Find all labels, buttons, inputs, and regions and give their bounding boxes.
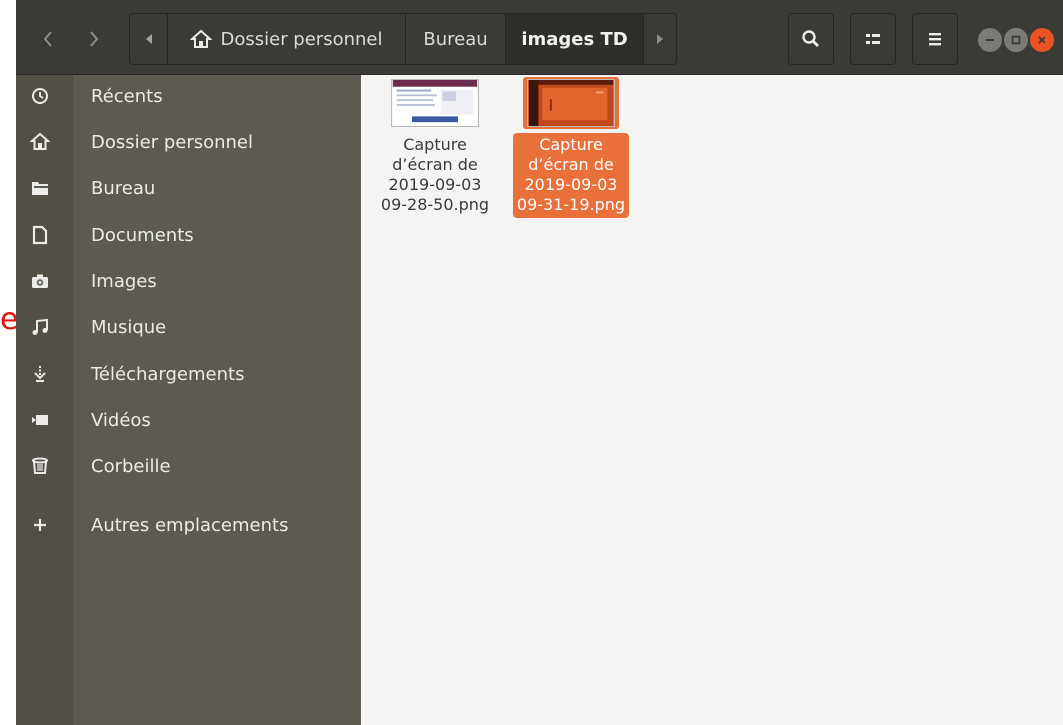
minimize-icon — [986, 39, 994, 41]
image-thumbnail — [391, 79, 479, 127]
chevron-right-icon — [90, 31, 99, 47]
path-scroll-right-button[interactable] — [644, 14, 676, 64]
path-scroll-left-button[interactable] — [130, 14, 168, 64]
window-controls — [978, 28, 1054, 52]
sidebar-item-label: Musique — [91, 316, 167, 338]
minimize-button[interactable] — [978, 28, 1002, 52]
sidebar-item-label: Dossier personnel — [91, 131, 254, 153]
file-thumbnail-frame — [523, 77, 619, 129]
sidebar-item-other-locations[interactable]: Autres emplacements — [16, 504, 361, 546]
plus-icon — [30, 515, 50, 535]
path-segment-label: Bureau — [423, 28, 488, 50]
video-icon — [30, 410, 50, 430]
sidebar-item-musique[interactable]: Musique — [16, 306, 361, 348]
folder-icon — [30, 178, 50, 198]
path-bar: Dossier personnel Bureau images TD — [129, 13, 677, 65]
file-item[interactable]: Capture d’écran de 2019-09-03 09-28-50.p… — [376, 75, 494, 218]
sidebar-item-label: Vidéos — [91, 409, 151, 431]
sidebar-item-documents[interactable]: Documents — [16, 214, 361, 256]
close-button[interactable] — [1030, 28, 1054, 52]
close-icon — [1038, 36, 1046, 44]
sidebar-item-label: Récents — [91, 85, 163, 107]
path-segment-home[interactable]: Dossier personnel — [168, 14, 406, 64]
sidebar-item-label: Autres emplacements — [91, 514, 289, 536]
sidebar-item-recents[interactable]: Récents — [16, 75, 361, 117]
header-bar: Dossier personnel Bureau images TD — [16, 0, 1063, 75]
search-button[interactable] — [788, 13, 834, 65]
path-segment-label: images TD — [521, 28, 628, 50]
image-thumbnail — [527, 79, 615, 127]
file-item-selected[interactable]: Capture d’écran de 2019-09-03 09-31-19.p… — [512, 75, 630, 218]
camera-icon — [30, 271, 50, 291]
file-name: Capture d’écran de 2019-09-03 09-31-19.p… — [513, 133, 629, 218]
triangle-left-icon — [145, 34, 152, 44]
file-name: Capture d’écran de 2019-09-03 09-28-50.p… — [380, 135, 490, 214]
document-icon — [30, 225, 50, 245]
sidebar-item-images[interactable]: Images — [16, 260, 361, 302]
music-note-icon — [30, 317, 50, 337]
sidebar-item-label: Documents — [91, 224, 194, 246]
clock-icon — [30, 86, 50, 106]
view-toggle-button[interactable] — [850, 13, 896, 65]
search-icon — [802, 30, 819, 47]
sidebar-item-bureau[interactable]: Bureau — [16, 167, 361, 209]
file-manager-window: Dossier personnel Bureau images TD Récen… — [16, 0, 1063, 725]
sidebar-item-corbeille[interactable]: Corbeille — [16, 445, 361, 487]
menu-button[interactable] — [912, 13, 958, 65]
chevron-left-icon — [43, 31, 52, 47]
back-button[interactable] — [28, 15, 68, 63]
sidebar-item-label: Images — [91, 270, 157, 292]
download-icon — [30, 364, 50, 384]
file-thumbnail-frame — [387, 77, 483, 129]
view-toggle-icon — [866, 34, 880, 44]
hamburger-menu-icon — [929, 33, 941, 46]
home-icon — [30, 132, 50, 152]
sidebar-item-telechargements[interactable]: Téléchargements — [16, 353, 361, 395]
path-segment-bureau[interactable]: Bureau — [406, 14, 506, 64]
sidebar: Récents Dossier personnel Bureau Documen… — [16, 75, 361, 725]
file-view[interactable]: Capture d’écran de 2019-09-03 09-28-50.p… — [361, 75, 1063, 725]
sidebar-item-label: Téléchargements — [91, 363, 245, 385]
path-segment-current[interactable]: images TD — [506, 14, 644, 64]
maximize-icon — [1011, 35, 1021, 45]
forward-button[interactable] — [74, 15, 114, 63]
sidebar-item-label: Bureau — [91, 177, 156, 199]
sidebar-item-videos[interactable]: Vidéos — [16, 399, 361, 441]
maximize-button[interactable] — [1004, 28, 1028, 52]
path-segment-label: Dossier personnel — [220, 28, 383, 50]
triangle-right-icon — [657, 34, 663, 44]
sidebar-item-label: Corbeille — [91, 455, 171, 477]
sidebar-item-home[interactable]: Dossier personnel — [16, 121, 361, 163]
trash-icon — [30, 456, 50, 476]
home-icon — [190, 29, 213, 49]
